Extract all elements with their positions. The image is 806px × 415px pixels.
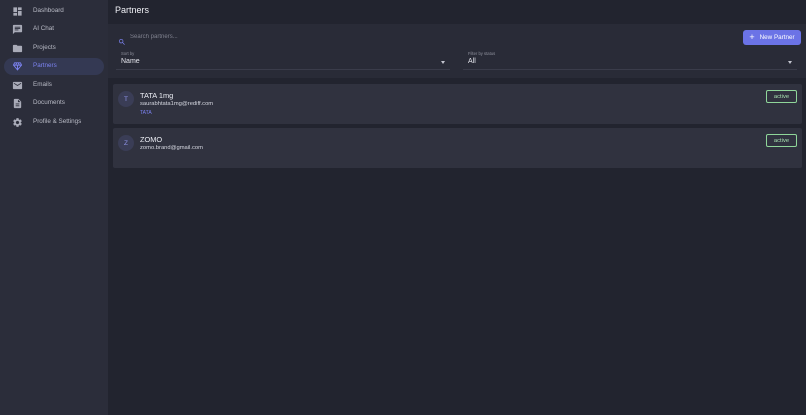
sort-by-value: Name bbox=[121, 58, 140, 65]
sidebar-item-label: Dashboard bbox=[33, 7, 64, 14]
chat-icon bbox=[12, 24, 23, 35]
partner-name: TATA 1mg bbox=[140, 91, 174, 100]
avatar: T bbox=[118, 91, 134, 107]
gear-icon bbox=[12, 117, 23, 128]
partner-card[interactable]: T TATA 1mg saurabhtata1mg@rediff.com TAT… bbox=[113, 84, 802, 124]
page-title: Partners bbox=[115, 5, 150, 15]
sidebar-item-label: AI Chat bbox=[33, 25, 54, 32]
partner-email: saurabhtata1mg@rediff.com bbox=[140, 101, 214, 107]
main-content: Partners + New Partner Sort by Name Filt… bbox=[108, 0, 806, 415]
sidebar-item-projects[interactable]: Projects bbox=[4, 40, 104, 57]
sidebar-item-label: Profile & Settings bbox=[33, 118, 82, 125]
partner-name: ZOMO bbox=[140, 135, 163, 144]
toolbar: + New Partner Sort by Name Filter by sta… bbox=[108, 24, 806, 78]
sidebar-item-emails[interactable]: Emails bbox=[4, 77, 104, 94]
sidebar-item-label: Documents bbox=[33, 99, 65, 106]
sidebar-item-label: Partners bbox=[33, 62, 57, 69]
plus-icon: + bbox=[749, 32, 755, 42]
document-icon bbox=[12, 98, 23, 109]
partner-tag: TATA bbox=[140, 110, 152, 116]
partner-card[interactable]: Z ZOMO zomo.brand@gmail.com active bbox=[113, 128, 802, 168]
diamond-icon bbox=[12, 61, 23, 72]
chevron-down-icon bbox=[441, 61, 445, 64]
status-badge: active bbox=[766, 134, 797, 147]
sidebar-item-ai-chat[interactable]: AI Chat bbox=[4, 21, 104, 38]
status-badge: active bbox=[766, 90, 797, 103]
mail-icon bbox=[12, 80, 23, 91]
filter-status-label: Filter by status bbox=[468, 51, 496, 56]
sort-by-label: Sort by bbox=[121, 51, 135, 56]
filter-status-value: All bbox=[468, 58, 476, 65]
sidebar-item-label: Projects bbox=[33, 44, 56, 51]
sidebar-item-dashboard[interactable]: Dashboard bbox=[4, 3, 104, 20]
sidebar: Dashboard AI Chat Projects Partners Emai… bbox=[0, 0, 108, 415]
sidebar-item-profile-settings[interactable]: Profile & Settings bbox=[4, 114, 104, 131]
search-icon bbox=[118, 33, 126, 45]
folder-icon bbox=[12, 43, 23, 54]
search-input[interactable] bbox=[130, 31, 330, 43]
sidebar-item-documents[interactable]: Documents bbox=[4, 95, 104, 112]
chevron-down-icon bbox=[788, 61, 792, 64]
filter-status-select[interactable]: Filter by status All bbox=[463, 48, 797, 70]
new-partner-button[interactable]: + New Partner bbox=[743, 30, 801, 45]
dashboard-icon bbox=[12, 6, 23, 17]
sort-by-select[interactable]: Sort by Name bbox=[116, 48, 450, 70]
partner-email: zomo.brand@gmail.com bbox=[140, 145, 203, 151]
sidebar-item-label: Emails bbox=[33, 81, 52, 88]
sidebar-item-partners[interactable]: Partners bbox=[4, 58, 104, 75]
avatar: Z bbox=[118, 135, 134, 151]
new-partner-label: New Partner bbox=[759, 34, 795, 41]
